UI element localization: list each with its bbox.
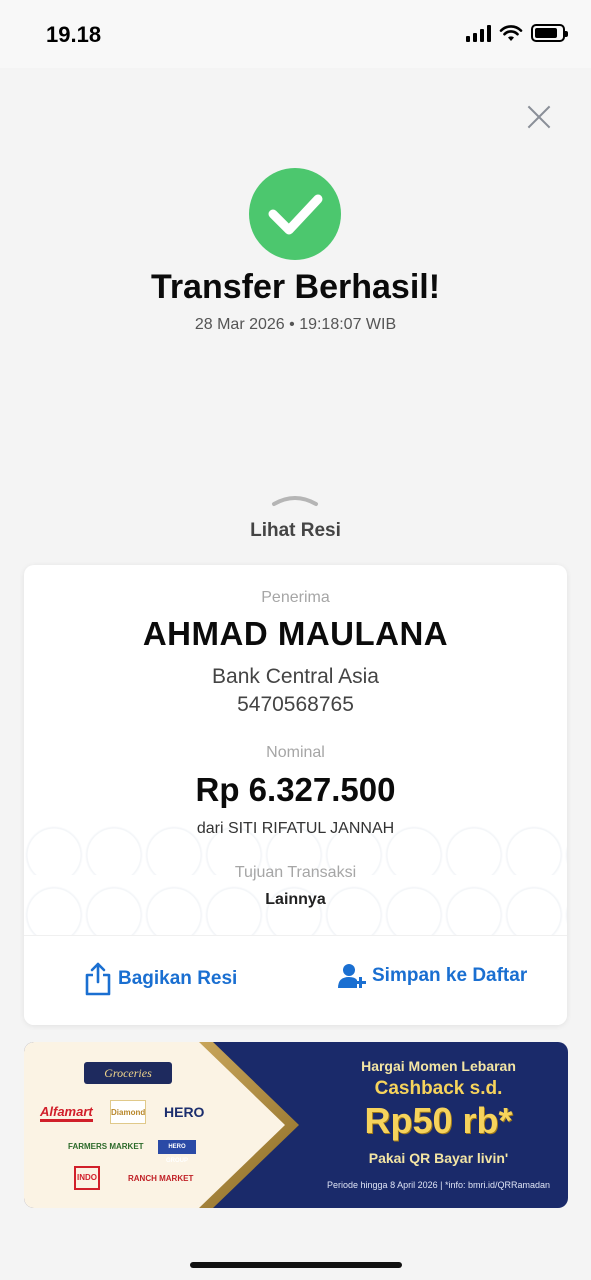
page-title: Transfer Berhasil! — [150, 268, 441, 306]
status-bar: 19.18 — [0, 0, 591, 68]
sender-name: dari SITI RIFATUL JANNAH — [196, 820, 395, 837]
receipt-card: Penerima AHMAD MAULANA Bank Central Asia… — [24, 565, 567, 1025]
banner-cashback-amount: Rp50 rb* — [364, 1100, 513, 1141]
merchant-logo-diamond: Diamond — [110, 1100, 146, 1124]
banner-promo-text: Hargai Momen Lebaran Cashback s.d. Rp50 … — [309, 1042, 568, 1208]
banner-headline: Hargai Momen Lebaran — [361, 1058, 516, 1074]
cellular-signal-icon — [466, 24, 491, 42]
battery-icon — [531, 24, 568, 42]
promo-banner[interactable]: Groceries Alfamart Diamond HERO FARMERS … — [24, 1042, 568, 1208]
merchant-logo-hero-group: HERO GROUP — [158, 1140, 196, 1164]
share-icon — [85, 962, 111, 996]
banner-cta: Pakai QR Bayar livin' — [368, 1150, 509, 1166]
amount-label: Nominal — [266, 744, 325, 761]
share-receipt-label: Bagikan Resi — [118, 968, 238, 989]
recipient-name: AHMAD MAULANA — [142, 615, 449, 652]
receipt-actions: Bagikan Resi Simpan ke Daftar — [24, 935, 567, 1025]
banner-cashback: Cashback s.d. — [374, 1078, 503, 1099]
banner-category: Groceries — [84, 1062, 172, 1084]
transfer-amount: Rp 6.327.500 — [195, 771, 396, 808]
merchant-logo-alfamart: Alfamart — [40, 1104, 93, 1122]
merchant-logo-hero: HERO — [164, 1104, 205, 1120]
transaction-datetime: 28 Mar 2026 • 19:18:07 WIB — [194, 316, 397, 333]
merchant-logo-ranch-market: RANCH MARKET — [128, 1174, 194, 1183]
status-time: 19.18 — [46, 22, 102, 47]
save-to-list-label: Simpan ke Daftar — [372, 965, 528, 986]
purpose-value: Lainnya — [265, 891, 326, 908]
bank-name: Bank Central Asia — [212, 665, 379, 688]
view-receipt-toggle[interactable]: Lihat Resi — [0, 520, 591, 542]
recipient-label: Penerima — [261, 589, 330, 606]
chevron-up-icon[interactable] — [270, 490, 320, 510]
check-circle-icon — [249, 168, 341, 260]
banner-footnote: Periode hingga 8 April 2026 | *info: bmr… — [327, 1180, 550, 1190]
add-user-icon — [338, 964, 366, 988]
home-indicator[interactable] — [190, 1262, 402, 1268]
purpose-label: Tujuan Transaksi — [234, 864, 357, 881]
merchant-logo-indo: INDO — [74, 1166, 100, 1190]
wifi-icon — [499, 25, 523, 41]
share-receipt-button[interactable]: Bagikan Resi — [84, 962, 237, 996]
account-number: 5470568765 — [237, 693, 354, 716]
save-to-list-button[interactable]: Simpan ke Daftar — [338, 962, 527, 990]
close-button[interactable] — [522, 100, 556, 134]
merchant-logo-farmers-market: FARMERS MARKET — [68, 1142, 144, 1151]
status-icons — [466, 24, 568, 42]
